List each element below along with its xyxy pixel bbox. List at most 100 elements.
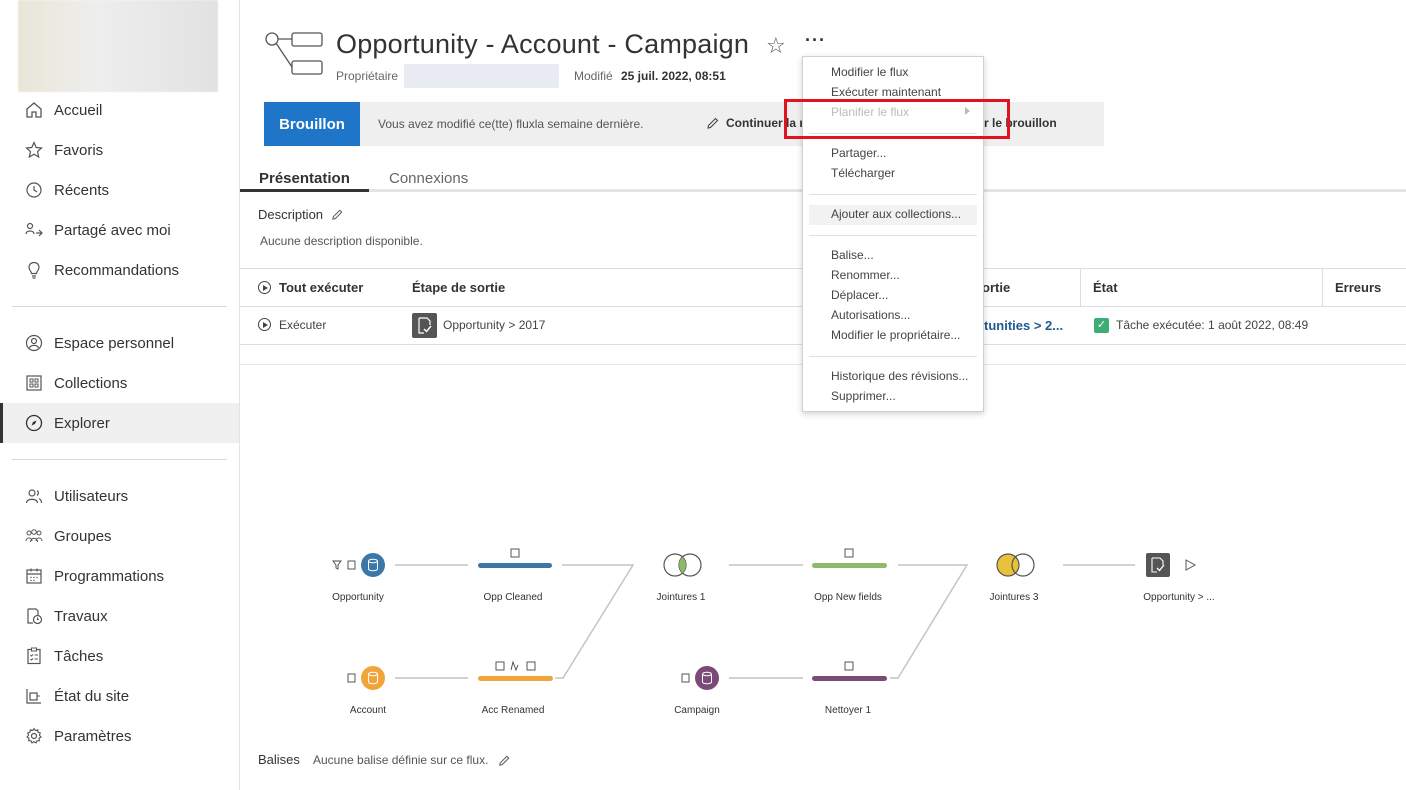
menu-item-autorisations[interactable]: Autorisations...	[831, 308, 910, 322]
gear-icon	[24, 726, 44, 746]
sidebar-item-taches[interactable]: Tâches	[0, 636, 239, 676]
column-header-output[interactable]: ortie	[982, 280, 1010, 295]
menu-divider	[809, 356, 977, 357]
compass-icon	[24, 413, 44, 433]
run-button[interactable]: Exécuter	[258, 318, 326, 332]
sidebar-item-label: Paramètres	[54, 727, 132, 745]
draft-message: Vous avez modifié ce(tte) fluxla semaine…	[378, 117, 644, 131]
column-header-errors[interactable]: Erreurs	[1335, 280, 1381, 295]
menu-item-historique[interactable]: Historique des révisions...	[831, 369, 968, 383]
column-header-output-step[interactable]: Étape de sortie	[412, 280, 505, 295]
success-check-icon: ✓	[1094, 318, 1109, 333]
pencil-icon	[707, 117, 719, 129]
menu-item-executer[interactable]: Exécuter maintenant	[831, 85, 941, 99]
sidebar-item-label: Collections	[54, 374, 128, 392]
menu-item-modifier-proprietaire[interactable]: Modifier le propriétaire...	[831, 328, 960, 342]
sidebar-item-collections[interactable]: Collections	[0, 363, 239, 403]
sidebar-item-espace-personnel[interactable]: Espace personnel	[0, 323, 239, 363]
sidebar-item-label: Programmations	[54, 567, 165, 585]
node-label-opp-new-fields: Opp New fields	[814, 592, 882, 603]
output-link[interactable]: tunities > 2...	[984, 318, 1063, 333]
sidebar-item-utilisateurs[interactable]: Utilisateurs	[0, 476, 239, 516]
sidebar-item-label: Explorer	[54, 414, 110, 432]
active-tab-indicator	[240, 189, 369, 192]
output-step-name: Opportunity > 2017	[443, 318, 546, 332]
node-label-campaign: Campaign	[674, 705, 720, 716]
sidebar-item-programmations[interactable]: Programmations	[0, 556, 239, 596]
node-label-opp-cleaned: Opp Cleaned	[483, 592, 543, 603]
sidebar-item-groupes[interactable]: Groupes	[0, 516, 239, 556]
flow-connectors	[395, 564, 1135, 679]
home-icon	[24, 100, 44, 120]
site-status-icon	[24, 686, 44, 706]
sidebar-item-travaux[interactable]: Travaux	[0, 596, 239, 636]
sidebar-item-recents[interactable]: Récents	[0, 170, 239, 210]
menu-item-ajouter-collections[interactable]: Ajouter aux collections...	[831, 207, 961, 221]
node-label-jointures-1: Jointures 1	[656, 592, 706, 603]
collections-icon	[24, 373, 44, 393]
draft-button[interactable]: Brouillon	[264, 102, 360, 146]
run-all-label: Tout exécuter	[279, 280, 364, 295]
sidebar-item-label: Accueil	[54, 101, 103, 119]
node-campaign[interactable]	[681, 666, 719, 690]
play-circle-icon	[258, 281, 271, 294]
jobs-icon	[24, 606, 44, 626]
history-icon	[24, 180, 44, 200]
groups-icon	[24, 526, 44, 546]
sidebar-item-label: Utilisateurs	[54, 487, 129, 505]
menu-item-renommer[interactable]: Renommer...	[831, 268, 900, 282]
sidebar-item-label: Groupes	[54, 527, 112, 545]
sidebar-item-label: Récents	[54, 181, 110, 199]
description-text: Aucune description disponible.	[260, 234, 423, 248]
run-all-button[interactable]: Tout exécuter	[258, 280, 363, 295]
modified-label: Modifié	[574, 69, 613, 83]
tab-connexions[interactable]: Connexions	[389, 170, 468, 187]
task-state-text: Tâche exécutée: 1 août 2022, 08:49	[1116, 318, 1309, 332]
node-nettoyer-1[interactable]	[812, 661, 887, 681]
sidebar-item-etat-du-site[interactable]: État du site	[0, 676, 239, 716]
more-actions-icon[interactable]: ···	[805, 30, 826, 51]
node-acc-renamed[interactable]	[478, 660, 553, 681]
sidebar-item-accueil[interactable]: Accueil	[0, 90, 239, 130]
sidebar-item-recommandations[interactable]: Recommandations	[0, 250, 239, 290]
menu-item-telecharger[interactable]: Télécharger	[831, 166, 895, 180]
menu-item-balise[interactable]: Balise...	[831, 248, 874, 262]
sidebar-divider	[12, 306, 227, 307]
flow-icon	[265, 32, 323, 75]
owner-name-redacted[interactable]	[404, 64, 559, 88]
edit-tags-pencil-icon[interactable]	[498, 754, 511, 767]
node-label-opportunity: Opportunity	[332, 592, 384, 603]
star-icon	[24, 140, 44, 160]
sidebar-item-favoris[interactable]: Favoris	[0, 130, 239, 170]
menu-item-partager[interactable]: Partager...	[831, 146, 886, 160]
sidebar-divider	[12, 459, 227, 460]
sidebar-item-parametres[interactable]: Paramètres	[0, 716, 239, 756]
sidebar: Accueil Favoris Récents Partagé avec moi…	[0, 0, 240, 790]
calendar-icon	[24, 566, 44, 586]
node-label-account: Account	[349, 705, 387, 716]
column-divider	[1322, 269, 1323, 306]
sidebar-item-label: Travaux	[54, 607, 108, 625]
node-opportunity[interactable]	[332, 553, 385, 577]
node-opp-new-fields[interactable]	[812, 548, 887, 568]
node-label-acc-renamed: Acc Renamed	[481, 705, 545, 716]
menu-item-deplacer[interactable]: Déplacer...	[831, 288, 888, 302]
edit-description-pencil-icon[interactable]	[331, 208, 344, 221]
menu-item-modifier-flux[interactable]: Modifier le flux	[831, 65, 908, 79]
tags-section: Aucune balise définie sur ce flux.	[313, 753, 511, 767]
sidebar-item-partage[interactable]: Partagé avec moi	[0, 210, 239, 250]
sidebar-item-explorer[interactable]: Explorer	[0, 403, 239, 443]
node-jointures-1[interactable]	[663, 553, 702, 577]
menu-divider	[809, 194, 977, 195]
run-label: Exécuter	[279, 318, 327, 332]
column-header-state[interactable]: État	[1093, 280, 1118, 295]
tab-presentation[interactable]: Présentation	[259, 170, 350, 187]
node-label-output: Opportunity > ...	[1143, 592, 1215, 603]
node-jointures-3[interactable]	[996, 553, 1035, 577]
node-opp-cleaned[interactable]	[478, 548, 552, 568]
menu-item-supprimer[interactable]: Supprimer...	[831, 389, 896, 403]
favorite-star-icon[interactable]: ☆	[766, 33, 786, 59]
node-account[interactable]	[347, 666, 385, 690]
node-output[interactable]	[1146, 553, 1197, 577]
user-circle-icon	[24, 333, 44, 353]
